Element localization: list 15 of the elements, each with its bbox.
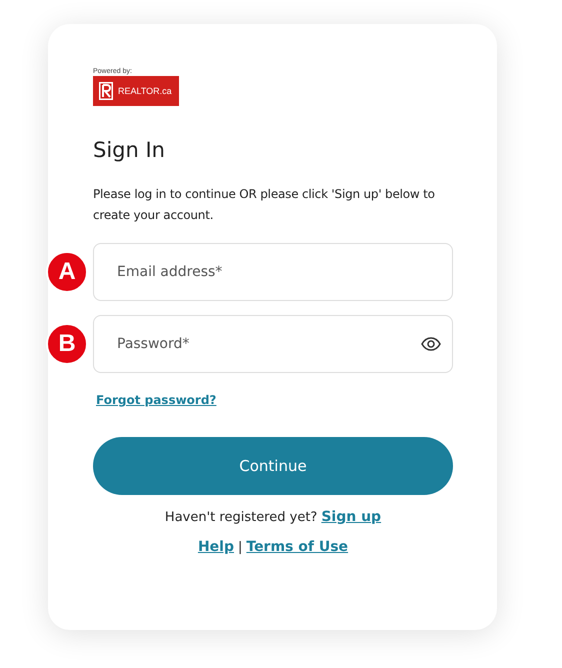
- signup-prompt: Haven't registered yet?: [164, 510, 318, 525]
- link-separator: |: [238, 540, 242, 555]
- footer-link[interactable]: Help: [198, 539, 234, 555]
- eye-icon[interactable]: [421, 337, 441, 351]
- page-title: Sign In: [93, 138, 166, 162]
- annotation-marker: A: [46, 251, 88, 293]
- annotation-marker: B: [46, 323, 88, 365]
- sign-up-link[interactable]: Sign up: [321, 509, 382, 525]
- intro-text: Please log in to continue OR please click 'Sign up' below to create your account.: [93, 186, 436, 224]
- password-field[interactable]: Password*: [93, 315, 453, 373]
- footer-link[interactable]: Terms of Use: [246, 539, 348, 555]
- brand-logo: REALTOR.ca: [93, 76, 179, 106]
- forgot-password-link[interactable]: Forgot password?: [96, 393, 216, 407]
- continue-button[interactable]: Continue: [93, 437, 453, 495]
- email-field[interactable]: Email address*: [93, 243, 453, 301]
